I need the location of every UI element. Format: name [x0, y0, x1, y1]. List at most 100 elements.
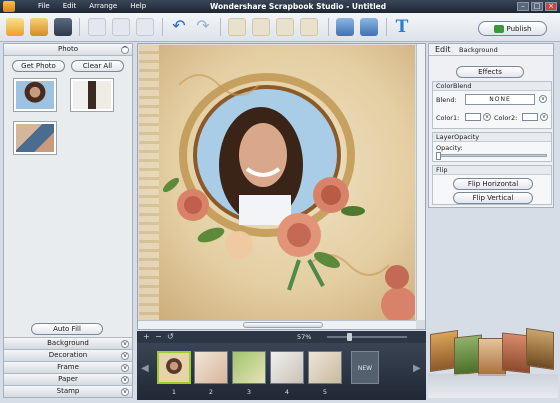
- menu-bar: File Edit Arrange Help: [38, 2, 146, 10]
- scrapbook-page[interactable]: [139, 45, 415, 320]
- color1-label: Color1:: [436, 114, 460, 122]
- page-number: 5: [322, 388, 328, 396]
- reflection: [428, 374, 558, 398]
- layeropacity-header: LayerOpacity: [433, 133, 551, 142]
- minimize-button[interactable]: –: [517, 2, 529, 11]
- menu-edit[interactable]: Edit: [63, 2, 77, 10]
- send-back-icon[interactable]: [252, 18, 270, 36]
- edit-panel: Edit Background Effects ColorBlend Blend…: [428, 43, 554, 208]
- flip-horizontal-icon[interactable]: [336, 18, 354, 36]
- effects-button[interactable]: Effects: [456, 66, 524, 78]
- bring-front-icon[interactable]: [228, 18, 246, 36]
- menu-file[interactable]: File: [38, 2, 50, 10]
- send-backward-icon[interactable]: [300, 18, 318, 36]
- scroll-thumb[interactable]: [243, 322, 323, 328]
- tab-edit[interactable]: Edit: [435, 45, 451, 54]
- flip-header: Flip: [433, 166, 551, 175]
- menu-arrange[interactable]: Arrange: [89, 2, 117, 10]
- copy-icon[interactable]: [112, 18, 130, 36]
- text-icon[interactable]: T: [393, 18, 411, 36]
- photo-panel-header[interactable]: Photo ^: [4, 44, 132, 56]
- menu-help[interactable]: Help: [130, 2, 146, 10]
- color2-swatch[interactable]: [522, 113, 538, 121]
- photo-image: [73, 81, 111, 109]
- flip-vertical-button[interactable]: Flip Vertical: [453, 192, 533, 204]
- layeropacity-group: LayerOpacity Opacity:: [432, 132, 552, 162]
- get-photo-button[interactable]: Get Photo: [12, 60, 65, 72]
- toolbar: ↶ ↷ T Publish: [0, 13, 560, 42]
- accordion-stamp[interactable]: Stamp v: [4, 385, 132, 397]
- color1-swatch[interactable]: [465, 113, 481, 121]
- zoom-out-icon[interactable]: −: [155, 332, 162, 341]
- photo-panel: Photo ^ Get Photo Clear All Auto Fill Ba…: [3, 43, 133, 398]
- save-icon[interactable]: [54, 18, 72, 36]
- title-bar: File Edit Arrange Help Wondershare Scrap…: [0, 0, 560, 13]
- reset-zoom-icon[interactable]: ↺: [167, 332, 174, 341]
- flip-group: Flip Flip Horizontal Flip Vertical: [432, 165, 552, 205]
- opacity-slider-thumb[interactable]: [436, 152, 441, 160]
- accordion-decoration[interactable]: Decoration v: [4, 349, 132, 361]
- undo-icon[interactable]: ↶: [170, 18, 188, 36]
- get-photo-label: Get Photo: [21, 62, 56, 70]
- accordion-label: Paper: [58, 375, 78, 383]
- redo-icon[interactable]: ↷: [194, 18, 212, 36]
- tab-background[interactable]: Background: [459, 46, 498, 54]
- close-button[interactable]: ×: [545, 2, 557, 11]
- page-slot[interactable]: [308, 351, 342, 384]
- app-icon: [3, 1, 15, 12]
- vertical-scrollbar[interactable]: [416, 44, 425, 320]
- paste-icon[interactable]: [136, 18, 154, 36]
- page-slot[interactable]: [194, 351, 228, 384]
- auto-fill-label: Auto Fill: [53, 325, 81, 333]
- scroll-right-icon[interactable]: ▶: [413, 363, 421, 374]
- accordion-label: Stamp: [56, 387, 80, 395]
- cut-icon[interactable]: [88, 18, 106, 36]
- new-page-button[interactable]: NEW: [351, 351, 379, 384]
- flip-horizontal-label: Flip Horizontal: [467, 180, 519, 188]
- publish-label: Publish: [506, 24, 532, 33]
- template-preview: [428, 322, 558, 400]
- page-artwork: [162, 73, 415, 320]
- page-number: 4: [284, 388, 290, 396]
- page-slot[interactable]: [157, 351, 191, 384]
- photo-image: [16, 124, 54, 152]
- open-icon[interactable]: [30, 18, 48, 36]
- auto-fill-button[interactable]: Auto Fill: [31, 323, 103, 335]
- colorblend-header: ColorBlend: [433, 82, 551, 91]
- accordion-label: Frame: [57, 363, 79, 371]
- canvas-area: [137, 43, 426, 330]
- page-slot[interactable]: [270, 351, 304, 384]
- chevron-down-icon[interactable]: v: [539, 95, 547, 103]
- page-number: 3: [246, 388, 252, 396]
- photo-thumbnail[interactable]: [13, 121, 57, 155]
- publish-icon: [493, 24, 504, 33]
- zoom-slider[interactable]: [327, 336, 407, 338]
- color2-label: Color2:: [494, 114, 518, 122]
- accordion-frame[interactable]: Frame v: [4, 361, 132, 373]
- maximize-button[interactable]: □: [531, 2, 543, 11]
- zoom-in-icon[interactable]: +: [143, 332, 150, 341]
- zoom-slider-thumb[interactable]: [347, 333, 352, 341]
- accordion-paper[interactable]: Paper v: [4, 373, 132, 385]
- flip-vertical-icon[interactable]: [360, 18, 378, 36]
- page-slot[interactable]: [232, 351, 266, 384]
- blend-select[interactable]: NONE: [465, 94, 535, 105]
- scroll-left-icon[interactable]: ◀: [141, 363, 149, 374]
- accordion-label: Decoration: [48, 351, 88, 359]
- chevron-down-icon[interactable]: v: [540, 113, 548, 121]
- photo-thumbnail[interactable]: [70, 78, 114, 112]
- accordion-background[interactable]: Background v: [4, 337, 132, 349]
- new-page-label: NEW: [357, 365, 373, 372]
- opacity-slider[interactable]: [437, 154, 547, 157]
- photo-thumbnail[interactable]: [13, 78, 57, 112]
- collapse-icon[interactable]: ^: [121, 46, 129, 54]
- chevron-down-icon[interactable]: v: [483, 113, 491, 121]
- new-icon[interactable]: [6, 18, 24, 36]
- bring-forward-icon[interactable]: [276, 18, 294, 36]
- flip-horizontal-button[interactable]: Flip Horizontal: [453, 178, 533, 190]
- publish-button[interactable]: Publish: [478, 21, 547, 36]
- horizontal-scrollbar[interactable]: [138, 320, 416, 329]
- blend-label: Blend:: [436, 96, 457, 104]
- zoom-bar: + − ↺ 57%: [137, 331, 426, 343]
- clear-all-button[interactable]: Clear All: [71, 60, 124, 72]
